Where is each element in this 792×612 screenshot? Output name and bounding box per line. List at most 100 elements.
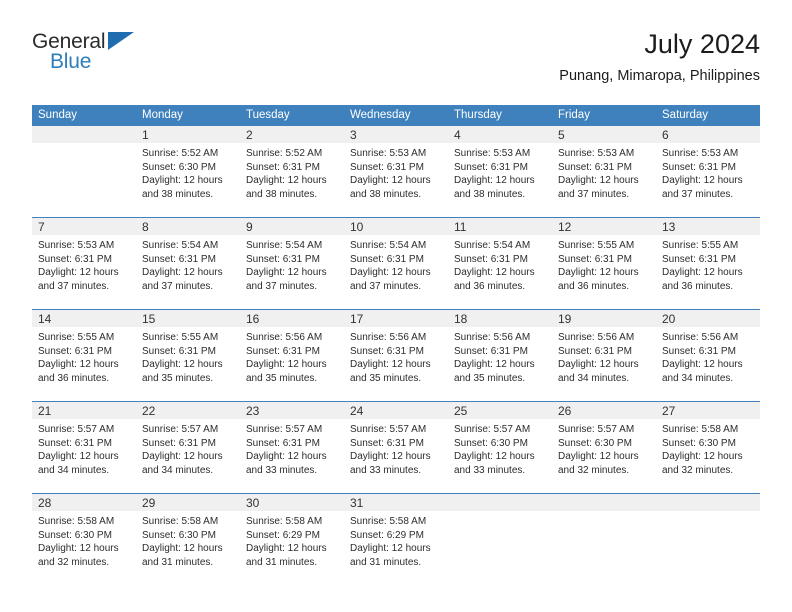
- calendar-day-cell[interactable]: 29 Sunrise: 5:58 AM Sunset: 6:30 PM Dayl…: [136, 494, 240, 585]
- calendar-day-cell[interactable]: 16 Sunrise: 5:56 AM Sunset: 6:31 PM Dayl…: [240, 310, 344, 401]
- day-number: 14: [38, 312, 52, 326]
- daylight-text-line1: Daylight: 12 hours: [662, 267, 743, 279]
- sunrise-text: Sunrise: 5:57 AM: [558, 424, 635, 435]
- daylight-text-line2: and 37 minutes.: [142, 280, 214, 292]
- sunrise-text: Sunrise: 5:54 AM: [142, 240, 219, 251]
- daylight-text-line1: Daylight: 12 hours: [142, 175, 223, 187]
- calendar-day-cell[interactable]: 22 Sunrise: 5:57 AM Sunset: 6:31 PM Dayl…: [136, 402, 240, 493]
- sunset-text: Sunset: 6:31 PM: [142, 437, 216, 449]
- daylight-text-line1: Daylight: 12 hours: [38, 267, 119, 279]
- day-details: Sunrise: 5:53 AM Sunset: 6:31 PM Dayligh…: [656, 143, 760, 201]
- daylight-text-line1: Daylight: 12 hours: [246, 543, 327, 555]
- day-number-band: 24: [344, 402, 448, 419]
- day-number: 7: [38, 220, 45, 234]
- sunrise-text: Sunrise: 5:57 AM: [142, 424, 219, 435]
- page-subtitle: Punang, Mimaropa, Philippines: [559, 68, 760, 84]
- calendar-day-cell[interactable]: 9 Sunrise: 5:54 AM Sunset: 6:31 PM Dayli…: [240, 218, 344, 309]
- calendar-day-cell[interactable]: 15 Sunrise: 5:55 AM Sunset: 6:31 PM Dayl…: [136, 310, 240, 401]
- calendar-day-cell[interactable]: 12 Sunrise: 5:55 AM Sunset: 6:31 PM Dayl…: [552, 218, 656, 309]
- calendar-day-cell[interactable]: 4 Sunrise: 5:53 AM Sunset: 6:31 PM Dayli…: [448, 126, 552, 217]
- calendar-day-cell[interactable]: 11 Sunrise: 5:54 AM Sunset: 6:31 PM Dayl…: [448, 218, 552, 309]
- sunset-text: Sunset: 6:31 PM: [350, 161, 424, 173]
- daylight-text-line2: and 38 minutes.: [246, 188, 318, 200]
- day-details: Sunrise: 5:56 AM Sunset: 6:31 PM Dayligh…: [240, 327, 344, 385]
- day-details: Sunrise: 5:58 AM Sunset: 6:29 PM Dayligh…: [240, 511, 344, 569]
- day-number-band: 9: [240, 218, 344, 235]
- day-details: Sunrise: 5:52 AM Sunset: 6:31 PM Dayligh…: [240, 143, 344, 201]
- calendar-day-cell[interactable]: 18 Sunrise: 5:56 AM Sunset: 6:31 PM Dayl…: [448, 310, 552, 401]
- calendar-day-cell[interactable]: [448, 494, 552, 585]
- page-header: General Blue July 2024 Punang, Mimaropa,…: [32, 28, 760, 92]
- calendar-day-cell[interactable]: 23 Sunrise: 5:57 AM Sunset: 6:31 PM Dayl…: [240, 402, 344, 493]
- calendar-day-cell[interactable]: 14 Sunrise: 5:55 AM Sunset: 6:31 PM Dayl…: [32, 310, 136, 401]
- calendar-day-cell[interactable]: [32, 126, 136, 217]
- calendar-day-cell[interactable]: 28 Sunrise: 5:58 AM Sunset: 6:30 PM Dayl…: [32, 494, 136, 585]
- logo-text-blue: Blue: [50, 50, 92, 73]
- day-number: 3: [350, 128, 357, 142]
- day-details: Sunrise: 5:53 AM Sunset: 6:31 PM Dayligh…: [32, 235, 136, 293]
- calendar-day-cell[interactable]: 27 Sunrise: 5:58 AM Sunset: 6:30 PM Dayl…: [656, 402, 760, 493]
- sunrise-text: Sunrise: 5:55 AM: [662, 240, 739, 251]
- day-number: 22: [142, 404, 156, 418]
- calendar-day-cell[interactable]: 2 Sunrise: 5:52 AM Sunset: 6:31 PM Dayli…: [240, 126, 344, 217]
- calendar-day-cell[interactable]: 6 Sunrise: 5:53 AM Sunset: 6:31 PM Dayli…: [656, 126, 760, 217]
- daylight-text-line2: and 35 minutes.: [246, 372, 318, 384]
- day-number-band: 16: [240, 310, 344, 327]
- sunrise-text: Sunrise: 5:56 AM: [246, 332, 323, 343]
- day-details: Sunrise: 5:54 AM Sunset: 6:31 PM Dayligh…: [240, 235, 344, 293]
- day-number-band: 25: [448, 402, 552, 419]
- calendar-day-cell[interactable]: 24 Sunrise: 5:57 AM Sunset: 6:31 PM Dayl…: [344, 402, 448, 493]
- day-details: Sunrise: 5:57 AM Sunset: 6:31 PM Dayligh…: [344, 419, 448, 477]
- generalblue-logo[interactable]: General Blue: [32, 28, 142, 84]
- daylight-text-line2: and 34 minutes.: [662, 372, 734, 384]
- day-details: [448, 511, 552, 515]
- calendar-day-cell[interactable]: 19 Sunrise: 5:56 AM Sunset: 6:31 PM Dayl…: [552, 310, 656, 401]
- daylight-text-line1: Daylight: 12 hours: [350, 267, 431, 279]
- day-number-band: 28: [32, 494, 136, 511]
- day-number-band: [32, 126, 136, 143]
- daylight-text-line2: and 31 minutes.: [246, 556, 318, 568]
- calendar-day-cell[interactable]: 13 Sunrise: 5:55 AM Sunset: 6:31 PM Dayl…: [656, 218, 760, 309]
- daylight-text-line2: and 33 minutes.: [246, 464, 318, 476]
- day-number: 28: [38, 496, 52, 510]
- weekday-monday: Monday: [142, 109, 183, 121]
- sunrise-text: Sunrise: 5:53 AM: [454, 148, 531, 159]
- page-title: July 2024: [644, 29, 760, 59]
- calendar-day-cell[interactable]: [552, 494, 656, 585]
- sunrise-text: Sunrise: 5:58 AM: [142, 516, 219, 527]
- daylight-text-line1: Daylight: 12 hours: [142, 267, 223, 279]
- daylight-text-line2: and 36 minutes.: [454, 280, 526, 292]
- day-details: Sunrise: 5:53 AM Sunset: 6:31 PM Dayligh…: [344, 143, 448, 201]
- sunrise-text: Sunrise: 5:54 AM: [246, 240, 323, 251]
- day-details: Sunrise: 5:57 AM Sunset: 6:30 PM Dayligh…: [552, 419, 656, 477]
- calendar-day-cell[interactable]: 30 Sunrise: 5:58 AM Sunset: 6:29 PM Dayl…: [240, 494, 344, 585]
- sunset-text: Sunset: 6:31 PM: [350, 253, 424, 265]
- calendar-day-cell[interactable]: 26 Sunrise: 5:57 AM Sunset: 6:30 PM Dayl…: [552, 402, 656, 493]
- daylight-text-line2: and 36 minutes.: [662, 280, 734, 292]
- calendar-day-cell[interactable]: 25 Sunrise: 5:57 AM Sunset: 6:30 PM Dayl…: [448, 402, 552, 493]
- calendar-day-cell[interactable]: 3 Sunrise: 5:53 AM Sunset: 6:31 PM Dayli…: [344, 126, 448, 217]
- calendar-day-cell[interactable]: 17 Sunrise: 5:56 AM Sunset: 6:31 PM Dayl…: [344, 310, 448, 401]
- sunset-text: Sunset: 6:31 PM: [558, 253, 632, 265]
- daylight-text-line2: and 38 minutes.: [350, 188, 422, 200]
- sunset-text: Sunset: 6:31 PM: [38, 345, 112, 357]
- calendar-day-cell[interactable]: 20 Sunrise: 5:56 AM Sunset: 6:31 PM Dayl…: [656, 310, 760, 401]
- calendar-day-cell[interactable]: 8 Sunrise: 5:54 AM Sunset: 6:31 PM Dayli…: [136, 218, 240, 309]
- calendar-day-cell[interactable]: 7 Sunrise: 5:53 AM Sunset: 6:31 PM Dayli…: [32, 218, 136, 309]
- calendar-day-cell[interactable]: 10 Sunrise: 5:54 AM Sunset: 6:31 PM Dayl…: [344, 218, 448, 309]
- sunrise-text: Sunrise: 5:56 AM: [558, 332, 635, 343]
- sunset-text: Sunset: 6:31 PM: [558, 161, 632, 173]
- day-number-band: 14: [32, 310, 136, 327]
- daylight-text-line2: and 38 minutes.: [454, 188, 526, 200]
- title-block: July 2024 Punang, Mimaropa, Philippines: [559, 28, 760, 86]
- calendar-day-cell[interactable]: 5 Sunrise: 5:53 AM Sunset: 6:31 PM Dayli…: [552, 126, 656, 217]
- day-number-band: 26: [552, 402, 656, 419]
- calendar-day-cell[interactable]: 1 Sunrise: 5:52 AM Sunset: 6:30 PM Dayli…: [136, 126, 240, 217]
- sunrise-text: Sunrise: 5:55 AM: [38, 332, 115, 343]
- daylight-text-line2: and 32 minutes.: [558, 464, 630, 476]
- calendar-day-cell[interactable]: 31 Sunrise: 5:58 AM Sunset: 6:29 PM Dayl…: [344, 494, 448, 585]
- daylight-text-line1: Daylight: 12 hours: [350, 175, 431, 187]
- calendar-day-cell[interactable]: 21 Sunrise: 5:57 AM Sunset: 6:31 PM Dayl…: [32, 402, 136, 493]
- calendar-day-cell[interactable]: [656, 494, 760, 585]
- calendar-week-row: 14 Sunrise: 5:55 AM Sunset: 6:31 PM Dayl…: [32, 309, 760, 401]
